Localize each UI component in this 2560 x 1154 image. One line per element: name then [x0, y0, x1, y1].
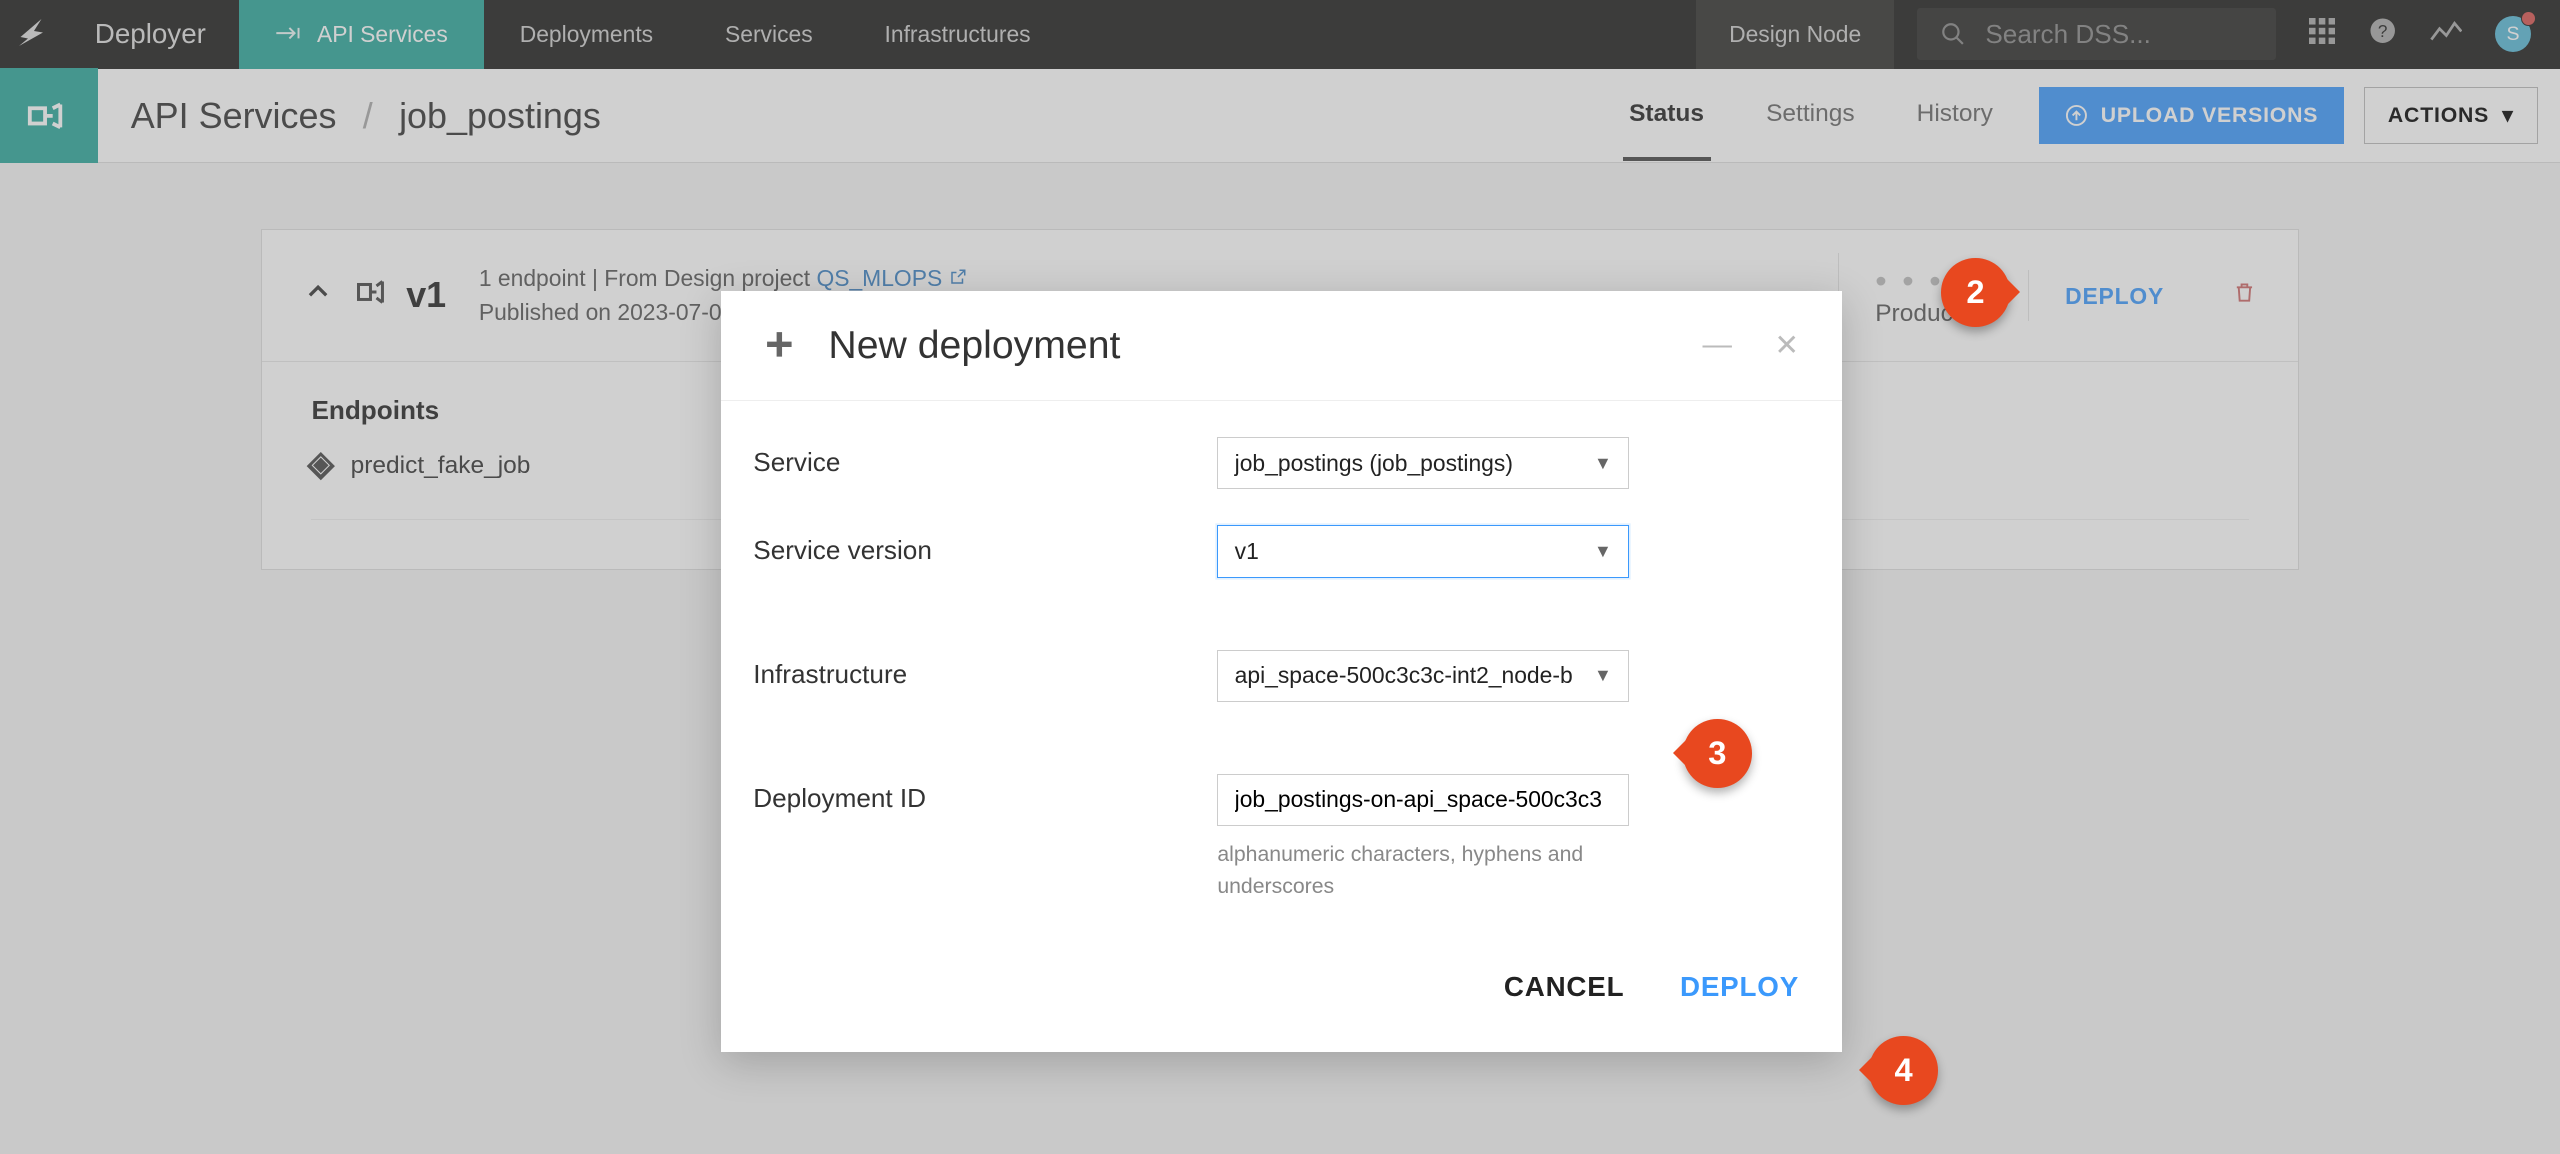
cancel-button[interactable]: CANCEL [1504, 971, 1625, 1003]
service-select[interactable]: job_postings (job_postings)▼ [1217, 437, 1629, 489]
modal-title: New deployment [828, 324, 1120, 368]
close-icon[interactable]: ✕ [1774, 328, 1799, 363]
deployment-id-hint: alphanumeric characters, hyphens and und… [1217, 839, 1629, 903]
deployment-id-label: Deployment ID [753, 774, 1217, 815]
annotation-marker-3: 3 [1683, 719, 1752, 788]
deploy-button[interactable]: DEPLOY [1680, 971, 1799, 1003]
infrastructure-select[interactable]: api_space-500c3c3c-int2_node-b▼ [1217, 650, 1629, 702]
service-version-select[interactable]: v1▼ [1217, 525, 1629, 577]
modal-footer: CANCEL DEPLOY [721, 955, 1842, 1052]
annotation-marker-2: 2 [1941, 258, 2010, 327]
chevron-down-icon: ▼ [1594, 665, 1612, 686]
chevron-down-icon: ▼ [1594, 541, 1612, 562]
modal-body: Service job_postings (job_postings)▼ Ser… [721, 401, 1842, 955]
infrastructure-label: Infrastructure [753, 650, 1217, 691]
chevron-down-icon: ▼ [1594, 453, 1612, 474]
minimize-icon[interactable]: — [1703, 328, 1732, 363]
new-deployment-modal: New deployment — ✕ Service job_postings … [721, 291, 1842, 1052]
service-version-label: Service version [753, 525, 1217, 566]
plus-icon [763, 328, 799, 364]
annotation-marker-4: 4 [1869, 1036, 1938, 1105]
service-label: Service [753, 437, 1217, 478]
modal-header: New deployment — ✕ [721, 291, 1842, 401]
deployment-id-input[interactable] [1217, 774, 1629, 826]
